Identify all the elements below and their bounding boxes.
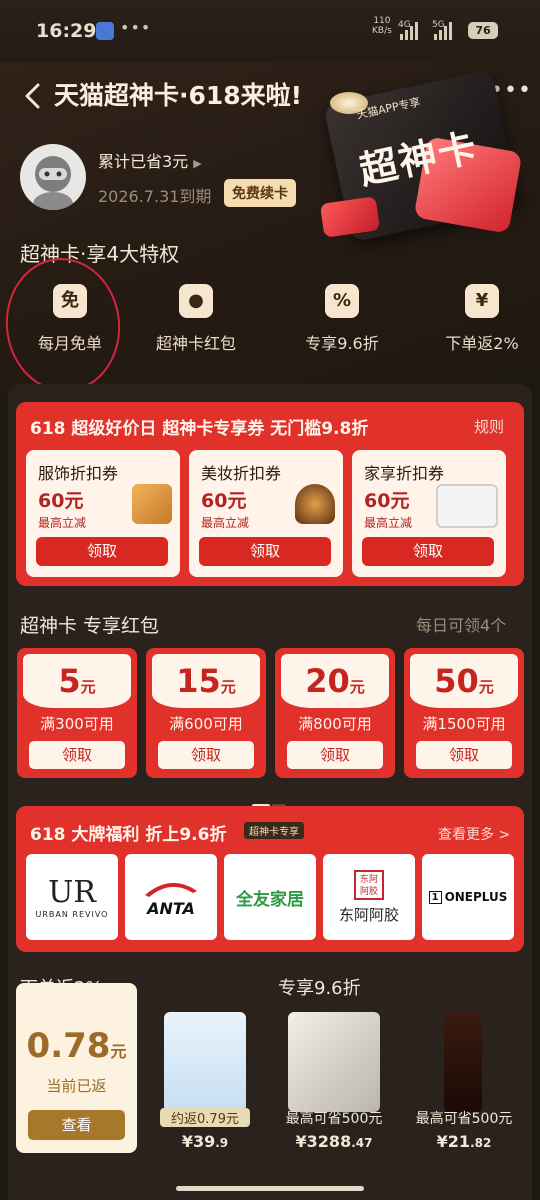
page-title: 天猫超神卡·618来啦! <box>54 81 303 110</box>
red-packet-card: 20元 满800可用 领取 <box>275 648 395 778</box>
expire-date: 2026.7.31到期 <box>98 187 212 206</box>
claim-button[interactable]: 领取 <box>158 741 254 769</box>
product-image-phone[interactable] <box>288 1012 380 1112</box>
cosmetic-jar-image <box>295 484 335 524</box>
cashback-label: 当前已返 <box>46 1077 107 1095</box>
product-price: ¥3288.47 <box>295 1132 373 1151</box>
avatar[interactable] <box>20 144 86 210</box>
packet-condition: 满300可用 <box>40 715 114 733</box>
claim-button[interactable]: 领取 <box>36 537 168 566</box>
packet-value: 15元 <box>176 662 236 700</box>
coupon-heading: 618 超级好价日 超神卡专享券 无门槛9.8折 <box>30 419 369 439</box>
perk-red-packet[interactable]: ● 超神卡红包 <box>136 284 256 354</box>
brand-dongeejiao[interactable]: 东阿阿胶 东阿阿胶 <box>323 854 415 940</box>
packet-condition: 满600可用 <box>169 715 243 733</box>
packet-value: 20元 <box>305 662 365 700</box>
perk-cashback[interactable]: ¥ 下单返2% <box>422 284 540 354</box>
coupon-sub: 最高立减 <box>38 516 87 530</box>
brand-tag: 超神卡专享 <box>244 822 304 839</box>
coupon-sub: 最高立减 <box>364 516 413 530</box>
packet-value: 50元 <box>434 662 494 700</box>
view-button[interactable]: 查看 <box>28 1110 125 1140</box>
battery-icon: 76 <box>468 22 498 39</box>
red-packet-title: 超神卡 专享红包 <box>20 615 160 637</box>
jacket-image <box>132 484 172 524</box>
brand-urban-revivo[interactable]: UR URBAN REVIVO <box>26 854 118 940</box>
status-bar: 16:29 ••• 110 KB/s 4G 5G 76 <box>0 0 540 62</box>
back-arrow-icon[interactable] <box>22 82 46 110</box>
packet-condition: 满800可用 <box>298 715 372 733</box>
claim-button[interactable]: 领取 <box>362 537 494 566</box>
product-cashback-label: 约返0.79元 <box>160 1108 250 1127</box>
claim-button[interactable]: 领取 <box>287 741 383 769</box>
coupon-name: 美妆折扣券 <box>201 464 282 483</box>
packet-value: 5元 <box>58 662 96 700</box>
red-packet-note: 每日可领4个 <box>416 616 507 635</box>
product-price: ¥21.82 <box>436 1132 492 1151</box>
coupon-card: 服饰折扣券 60元 最高立减 领取 <box>26 450 180 577</box>
claim-button[interactable]: 领取 <box>199 537 331 566</box>
coupon-amount: 60元 <box>364 490 410 512</box>
saved-total[interactable]: 累计已省3元 ▶ <box>98 148 202 172</box>
free-renew-button[interactable]: 免费续卡 <box>224 179 296 207</box>
anta-logo-icon <box>145 882 197 897</box>
signal-bars-1-icon <box>400 22 418 40</box>
product-image-tissue[interactable] <box>164 1012 246 1112</box>
product-save-label: 最高可省500元 <box>415 1111 513 1127</box>
coupon-card: 美妆折扣券 60元 最高立减 领取 <box>189 450 343 577</box>
yuan-icon: ¥ <box>465 284 499 318</box>
perk-label: 下单返2% <box>445 334 519 353</box>
app-notification-icon <box>96 22 114 40</box>
carousel-indicator <box>252 793 288 808</box>
rules-link[interactable]: 规则 <box>474 416 504 437</box>
cashback-amount: 0.78元 <box>26 1026 127 1066</box>
brand-oneplus[interactable]: 1 ONEPLUS <box>422 854 514 940</box>
brand-quanyou[interactable]: 全友家居 <box>224 854 316 940</box>
claim-button[interactable]: 领取 <box>416 741 512 769</box>
signal-bars-2-icon <box>434 22 452 40</box>
discount-title: 专享9.6折 <box>278 978 361 999</box>
coupon-amount: 60元 <box>201 490 247 512</box>
perk-label: 专享9.6折 <box>305 334 379 353</box>
product-price: ¥39.9 <box>181 1132 229 1151</box>
packet-condition: 满1500可用 <box>422 715 506 733</box>
oven-image <box>436 484 498 528</box>
home-indicator[interactable] <box>176 1186 364 1191</box>
coupon-name: 服饰折扣券 <box>38 464 119 483</box>
seal-icon: 东阿阿胶 <box>354 869 384 900</box>
perk-label: 超神卡红包 <box>155 334 236 353</box>
more-notifications-icon: ••• <box>120 18 152 37</box>
red-packet-card: 5元 满300可用 领取 <box>17 648 137 778</box>
percent-icon: % <box>325 284 359 318</box>
coupon-name: 家享折扣券 <box>364 464 445 483</box>
network-speed: 110 KB/s <box>372 16 392 36</box>
product-image-sauce[interactable] <box>444 1012 482 1112</box>
coupon-card: 家享折扣券 60元 最高立减 领取 <box>352 450 506 577</box>
red-packet-card: 15元 满600可用 领取 <box>146 648 266 778</box>
coupon-sub: 最高立减 <box>201 516 250 530</box>
red-packet-card: 50元 满1500可用 领取 <box>404 648 524 778</box>
red-packet-icon: ● <box>179 284 213 318</box>
claim-button[interactable]: 领取 <box>29 741 125 769</box>
perk-discount[interactable]: % 专享9.6折 <box>282 284 402 354</box>
see-more-link[interactable]: 查看更多 > <box>438 824 510 844</box>
brand-anta[interactable]: ANTA <box>125 854 217 940</box>
coupon-amount: 60元 <box>38 490 84 512</box>
product-save-label: 最高可省500元 <box>285 1111 383 1127</box>
brand-heading: 618 大牌福利 折上9.6折 <box>30 825 227 845</box>
status-time: 16:29 <box>36 20 97 42</box>
